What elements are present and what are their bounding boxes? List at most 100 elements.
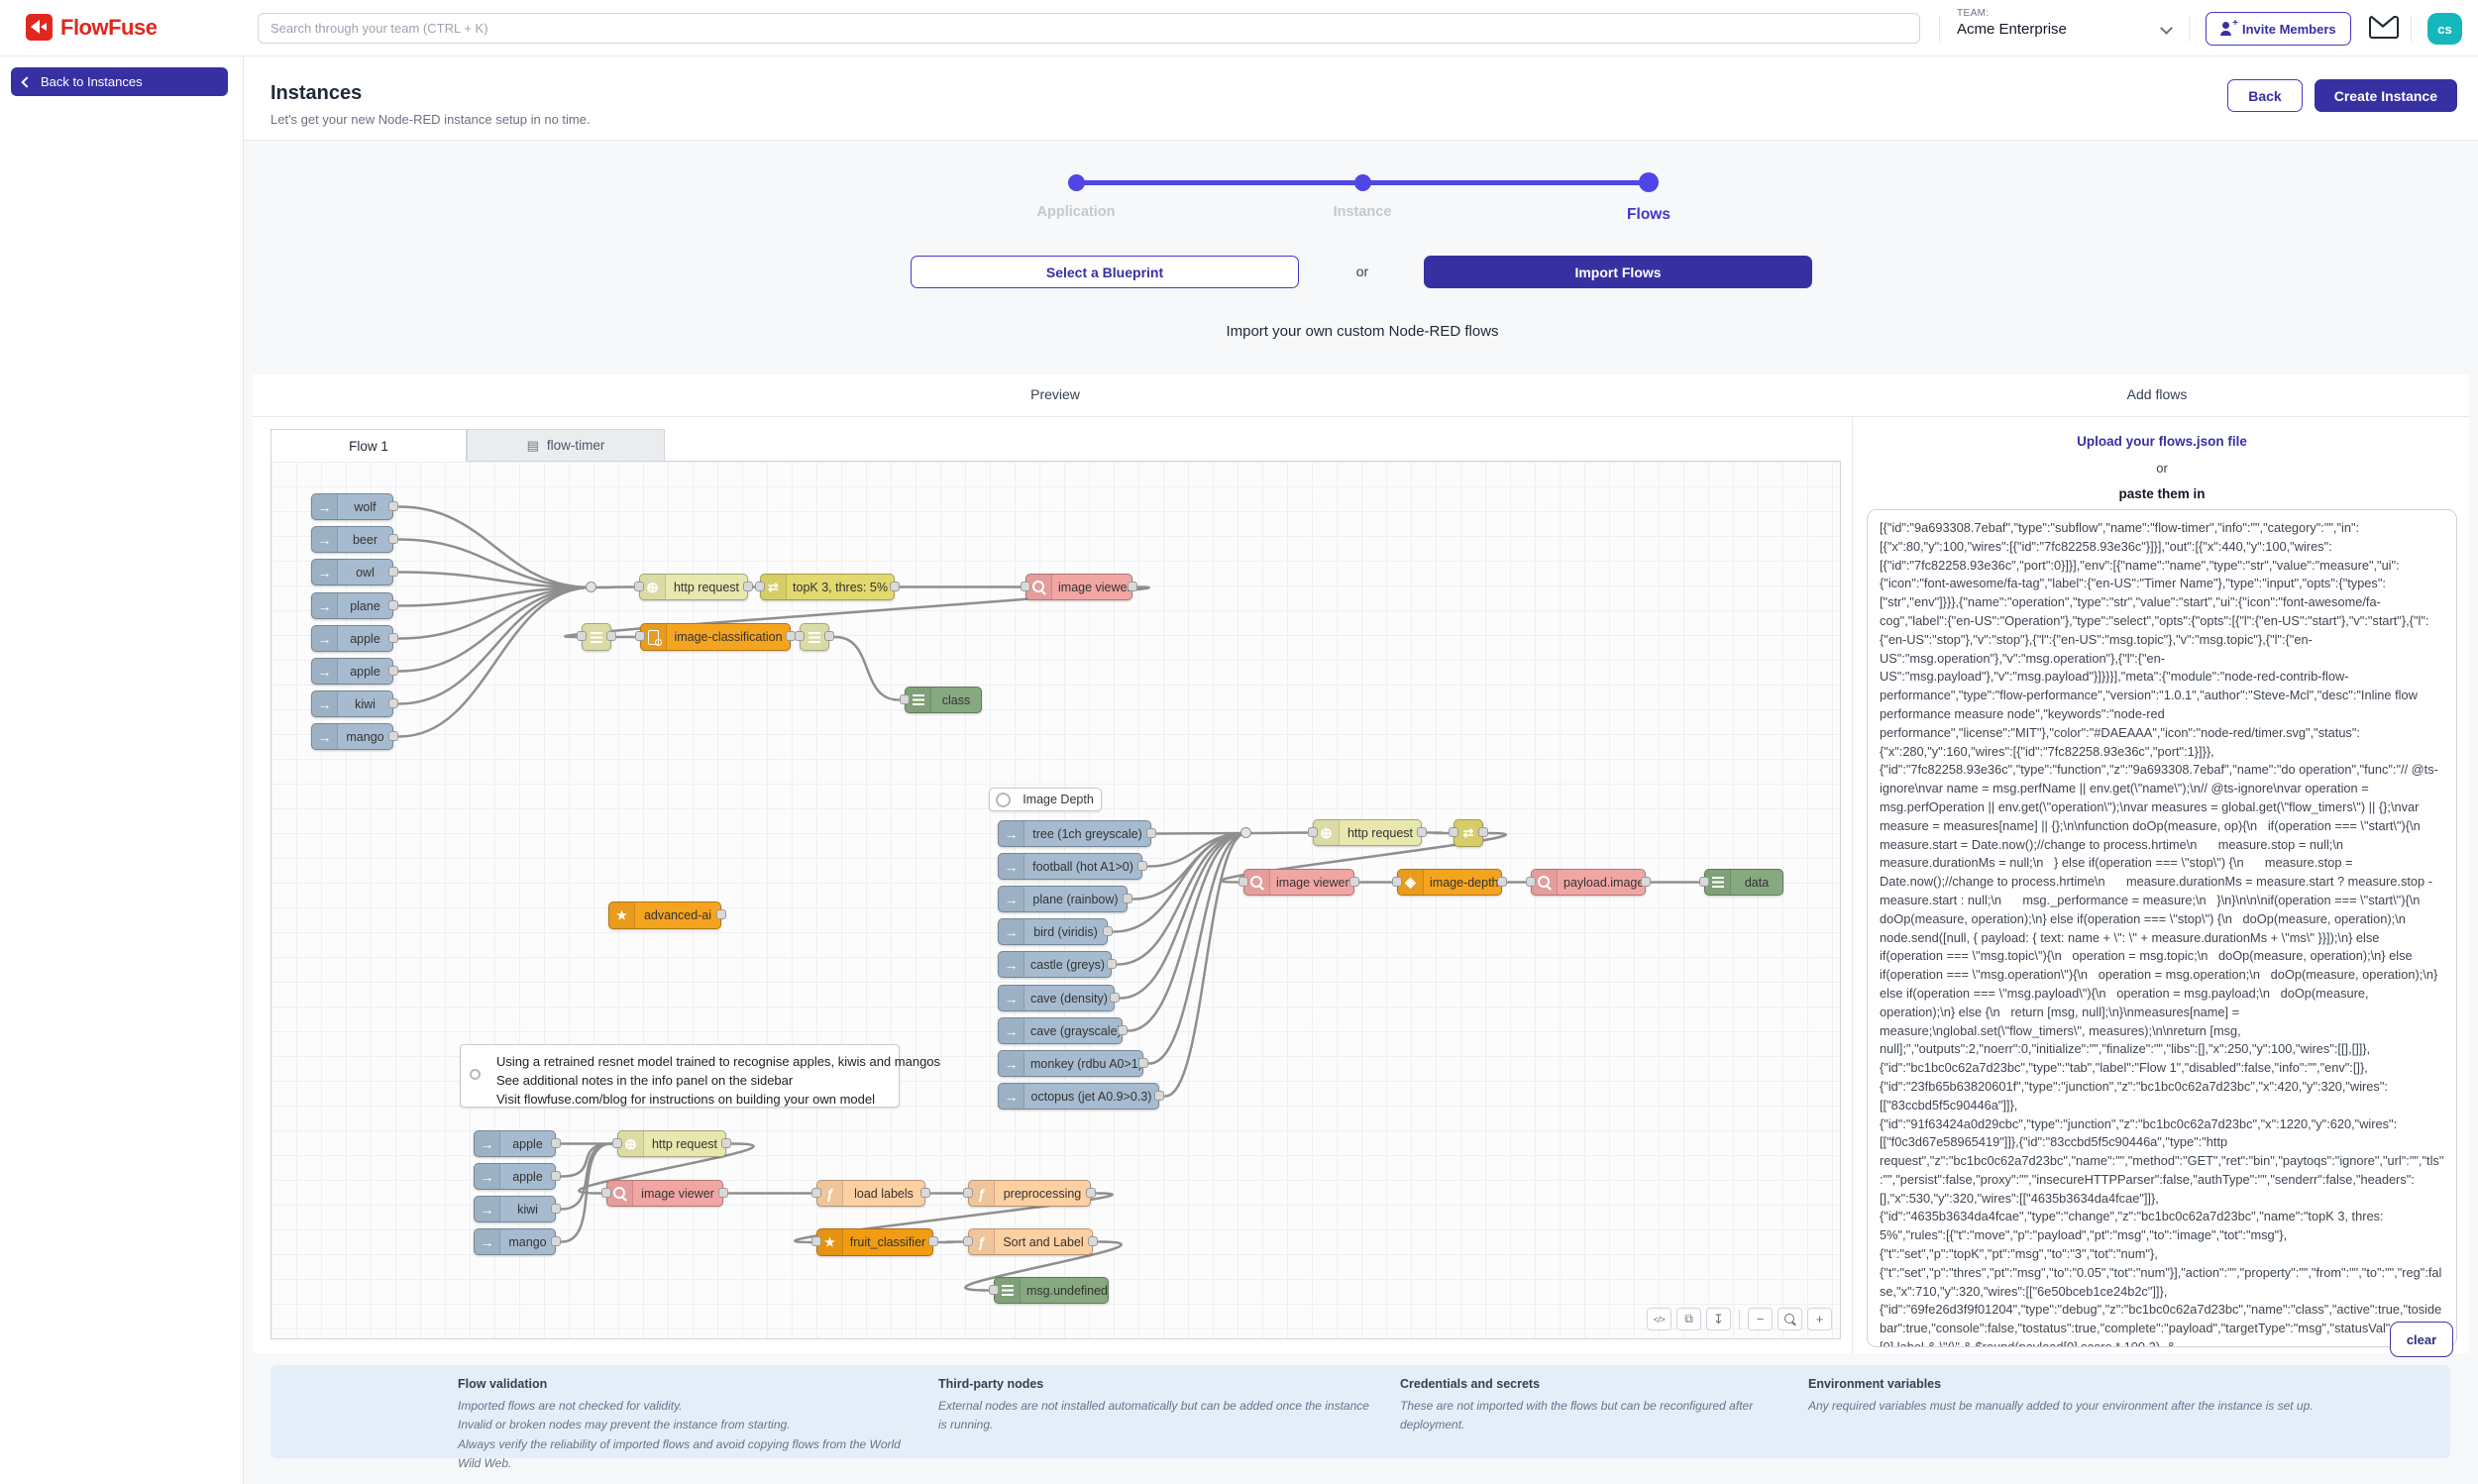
output-port[interactable] (1123, 894, 1132, 903)
chevron-down-icon[interactable] (2160, 22, 2173, 35)
output-port[interactable] (551, 1171, 561, 1181)
input-port[interactable] (755, 582, 765, 591)
view-code-button[interactable] (1647, 1308, 1671, 1330)
flow-node-advanced-ai[interactable]: advanced-ai (608, 901, 721, 929)
output-port[interactable] (890, 582, 900, 591)
output-port[interactable] (1641, 877, 1651, 887)
select-blueprint-button[interactable]: Select a Blueprint (911, 256, 1299, 288)
flow-node-load-labels[interactable]: load labels (816, 1180, 925, 1207)
back-button[interactable]: Back (2227, 79, 2302, 112)
tab-flow-1[interactable]: Flow 1 (270, 429, 467, 462)
output-port[interactable] (1478, 827, 1488, 837)
flow-node-link-b[interactable] (800, 623, 829, 651)
input-port[interactable] (635, 631, 645, 641)
input-port[interactable] (1392, 877, 1402, 887)
output-port[interactable] (718, 1188, 728, 1198)
flow-node-plane-rainbow[interactable]: plane (rainbow) (998, 886, 1128, 912)
zoom-search-button[interactable] (1778, 1308, 1802, 1330)
output-port[interactable] (1137, 861, 1147, 871)
output-port[interactable] (388, 698, 398, 708)
flow-node-image-viewer-1[interactable]: image viewer (1025, 574, 1132, 600)
import-flows-button[interactable]: Import Flows (1424, 256, 1812, 288)
input-port[interactable] (1308, 827, 1318, 837)
output-port[interactable] (920, 1188, 930, 1198)
output-port[interactable] (743, 582, 753, 591)
output-port[interactable] (551, 1236, 561, 1246)
team-selector[interactable]: TEAM: Acme Enterprise (1957, 8, 2067, 38)
flow-node-mango-2[interactable]: mango (474, 1228, 556, 1255)
flow-node-fruit-classifier[interactable]: fruit_classifier (816, 1228, 933, 1256)
flow-node-link-a[interactable] (582, 623, 611, 651)
flow-node-image-viewer-2[interactable]: image viewer (1243, 869, 1354, 896)
flow-node-monkey[interactable]: monkey (rdbu A0>1) (998, 1050, 1143, 1077)
upload-flows-link[interactable]: Upload your flows.json file (2077, 434, 2247, 449)
output-port[interactable] (1417, 827, 1427, 837)
flow-node-debug-class[interactable]: class (905, 687, 982, 713)
output-port[interactable] (388, 600, 398, 610)
output-port[interactable] (1107, 959, 1117, 969)
create-instance-button[interactable]: Create Instance (2315, 79, 2457, 112)
flow-node-debug-msg-undefined[interactable]: msg.undefined (994, 1277, 1109, 1304)
output-port[interactable] (606, 631, 616, 641)
flow-node-apple-4[interactable]: apple (474, 1163, 556, 1190)
flow-node-mango[interactable]: mango (311, 723, 393, 750)
input-port[interactable] (989, 1285, 999, 1295)
output-port[interactable] (1103, 926, 1113, 936)
flow-node-castle[interactable]: castle (greys) (998, 951, 1112, 978)
input-port[interactable] (634, 582, 644, 591)
zoom-in-button[interactable] (1807, 1308, 1832, 1330)
output-port[interactable] (388, 731, 398, 741)
mail-icon[interactable] (2369, 16, 2399, 39)
output-port[interactable] (824, 631, 834, 641)
flow-node-football[interactable]: football (hot A1>0) (998, 853, 1142, 880)
output-port[interactable] (928, 1236, 938, 1246)
flow-node-http-request-2[interactable]: http request (1313, 819, 1422, 846)
output-port[interactable] (388, 501, 398, 511)
input-port[interactable] (601, 1188, 611, 1198)
input-port[interactable] (1526, 877, 1536, 887)
output-port[interactable] (1154, 1091, 1164, 1101)
output-port[interactable] (1349, 877, 1359, 887)
output-port[interactable] (388, 633, 398, 643)
input-port[interactable] (1699, 877, 1709, 887)
flow-node-junction-2[interactable] (1240, 827, 1251, 838)
flow-node-octopus[interactable]: octopus (jet A0.9>0.3) (998, 1083, 1159, 1110)
flow-node-cave-density[interactable]: cave (density) (998, 985, 1115, 1011)
input-port[interactable] (811, 1236, 821, 1246)
input-port[interactable] (577, 631, 587, 641)
output-port[interactable] (1086, 1188, 1096, 1198)
input-port[interactable] (1239, 877, 1248, 887)
flow-canvas[interactable]: wolfbeerowlplaneappleapplekiwimangohttp … (270, 461, 1841, 1339)
flow-node-preprocessing[interactable]: preprocessing (968, 1180, 1091, 1207)
flow-node-debug-data[interactable]: data (1704, 869, 1783, 896)
avatar[interactable]: cs (2427, 13, 2462, 45)
input-port[interactable] (1021, 582, 1030, 591)
flow-node-apple-1[interactable]: apple (311, 625, 393, 652)
flow-node-payload-image[interactable]: payload.image (1531, 869, 1646, 896)
tab-flow-timer[interactable]: ▤ flow-timer (467, 429, 665, 462)
output-port[interactable] (1118, 1025, 1128, 1035)
flow-node-apple-2[interactable]: apple (311, 658, 393, 685)
input-port[interactable] (612, 1138, 622, 1148)
flow-node-image-depth[interactable]: image-depth (1397, 869, 1502, 896)
download-button[interactable] (1706, 1308, 1731, 1330)
output-port[interactable] (551, 1138, 561, 1148)
flow-node-plane[interactable]: plane (311, 592, 393, 619)
back-to-instances-button[interactable]: Back to Instances (11, 67, 228, 96)
flow-node-image-viewer-3[interactable]: image viewer (606, 1180, 723, 1207)
flow-node-kiwi-2[interactable]: kiwi (474, 1196, 556, 1222)
flow-node-junction-1[interactable] (586, 582, 596, 592)
output-port[interactable] (1110, 993, 1120, 1003)
flows-json-textarea[interactable]: [{"id":"9a693308.7ebaf","type":"subflow"… (1867, 509, 2457, 1347)
clear-button[interactable]: clear (2390, 1322, 2453, 1357)
output-port[interactable] (1146, 828, 1156, 838)
flow-node-http-request-1[interactable]: http request (639, 574, 748, 600)
zoom-out-button[interactable] (1748, 1308, 1773, 1330)
input-port[interactable] (963, 1236, 973, 1246)
flow-node-http-request-3[interactable]: http request (617, 1130, 726, 1157)
copy-button[interactable] (1676, 1308, 1701, 1330)
output-port[interactable] (551, 1204, 561, 1214)
invite-members-button[interactable]: Invite Members (2206, 12, 2351, 46)
input-port[interactable] (1449, 827, 1458, 837)
flow-node-topk[interactable]: topK 3, thres: 5% (760, 574, 895, 600)
